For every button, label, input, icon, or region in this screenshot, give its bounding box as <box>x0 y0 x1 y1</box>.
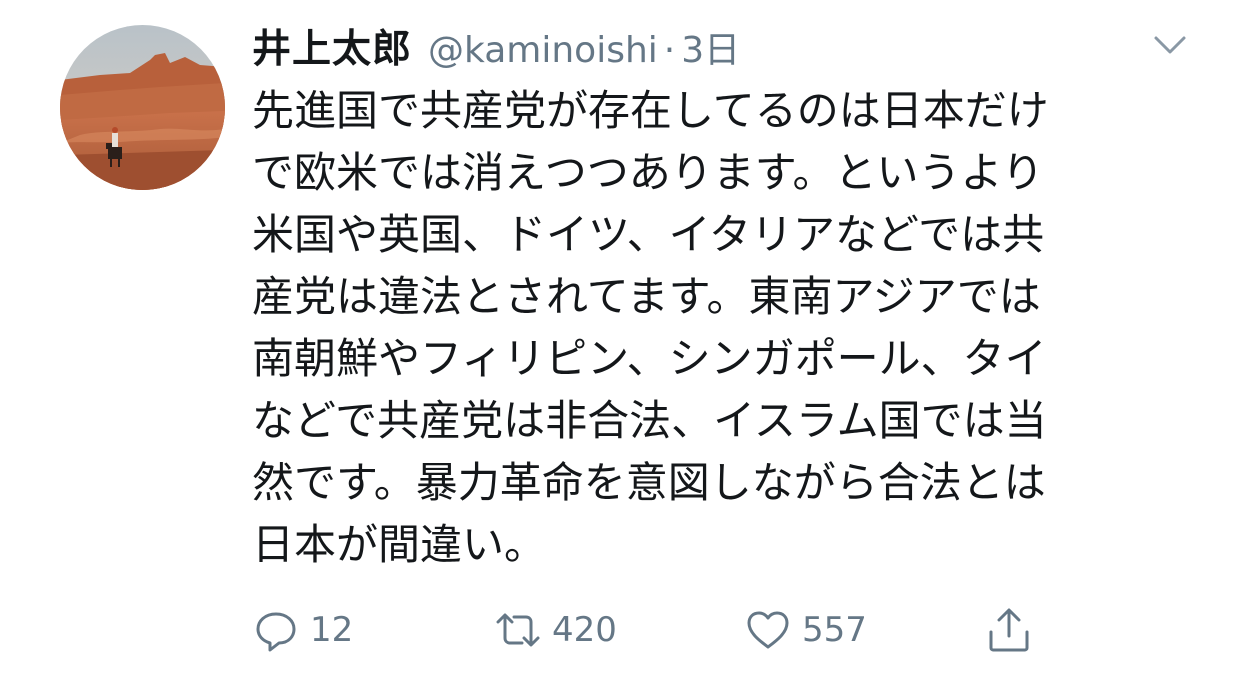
like-button[interactable]: 557 <box>744 600 867 660</box>
share-icon <box>985 606 1033 654</box>
reply-count: 12 <box>310 610 354 650</box>
tweet-text-line: 然です。暴力革命を意図しながら合法とは <box>252 458 1046 507</box>
separator-dot: · <box>663 30 676 71</box>
reply-button[interactable]: 12 <box>252 600 353 660</box>
tweet-text-line: 先進国で共産党が存在してるのは日本だけ <box>252 86 1049 135</box>
tweet-text-line: 産党は違法とされてます。東南アジアでは <box>252 272 1041 321</box>
avatar-image <box>60 25 225 190</box>
retweet-icon <box>494 606 542 654</box>
user-handle[interactable]: @kaminoishi <box>428 30 658 71</box>
tweet-text-line: 米国や英国、ドイツ、イタリアなどでは共 <box>252 210 1045 259</box>
like-count: 557 <box>802 610 867 650</box>
heart-icon <box>744 606 792 654</box>
tweet-text-line: 南朝鮮やフィリピン、シンガポール、タイ <box>252 334 1047 383</box>
retweet-button[interactable]: 420 <box>494 600 617 660</box>
reply-icon <box>252 606 300 654</box>
tweet-actions: 12 420 557 <box>0 600 1242 660</box>
tweet-text: 先進国で共産党が存在してるのは日本だけ で欧米では消えつつあります。というより … <box>252 80 1182 576</box>
timestamp[interactable]: 3日 <box>681 21 740 73</box>
tweet-text-line: で欧米では消えつつあります。というより <box>252 148 1044 197</box>
retweet-count: 420 <box>552 610 617 650</box>
avatar[interactable] <box>60 25 225 190</box>
share-button[interactable] <box>985 600 1033 660</box>
display-name[interactable]: 井上太郎 <box>252 18 412 74</box>
tweet[interactable]: 井上太郎 @kaminoishi · 3日 先進国で共産党が存在してるのは日本だ… <box>0 0 1242 673</box>
tweet-text-line: 日本が間違い。 <box>252 520 547 569</box>
tweet-header: 井上太郎 @kaminoishi · 3日 <box>252 18 740 76</box>
chevron-down-icon[interactable] <box>1150 30 1190 60</box>
tweet-text-line: などで共産党は非合法、イスラム国では当 <box>252 396 1047 445</box>
